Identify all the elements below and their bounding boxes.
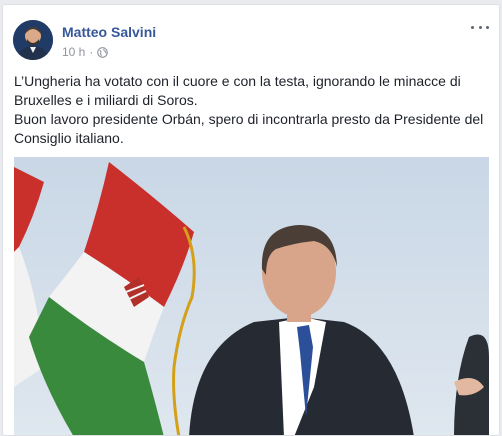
more-dot [471, 25, 474, 29]
meta-separator: · [89, 45, 94, 59]
post-text: L’Ungheria ha votato con il cuore e con … [14, 72, 490, 148]
author-avatar[interactable] [13, 20, 53, 60]
author-name-link[interactable]: Matteo Salvini [62, 24, 156, 40]
post-card: Matteo Salvini 10 h · L’Ungheria ha vota… [2, 4, 500, 436]
globe-icon[interactable] [97, 46, 109, 58]
post-meta: 10 h · [62, 45, 109, 59]
photo-illustration [14, 157, 489, 435]
more-options-icon[interactable] [471, 21, 489, 33]
more-dot [486, 25, 489, 29]
post-photo[interactable] [14, 157, 489, 435]
avatar-image [13, 20, 53, 60]
post-text-line: Bruxelles e i miliardi di Soros. [14, 92, 198, 108]
more-dot [478, 25, 482, 29]
post-text-line: Consiglio italiano. [14, 130, 124, 146]
post-text-line: Buon lavoro presidente Orbán, spero di i… [14, 111, 484, 127]
post-timestamp[interactable]: 10 h [62, 45, 85, 59]
post-text-line: L’Ungheria ha votato con il cuore e con … [14, 73, 461, 89]
